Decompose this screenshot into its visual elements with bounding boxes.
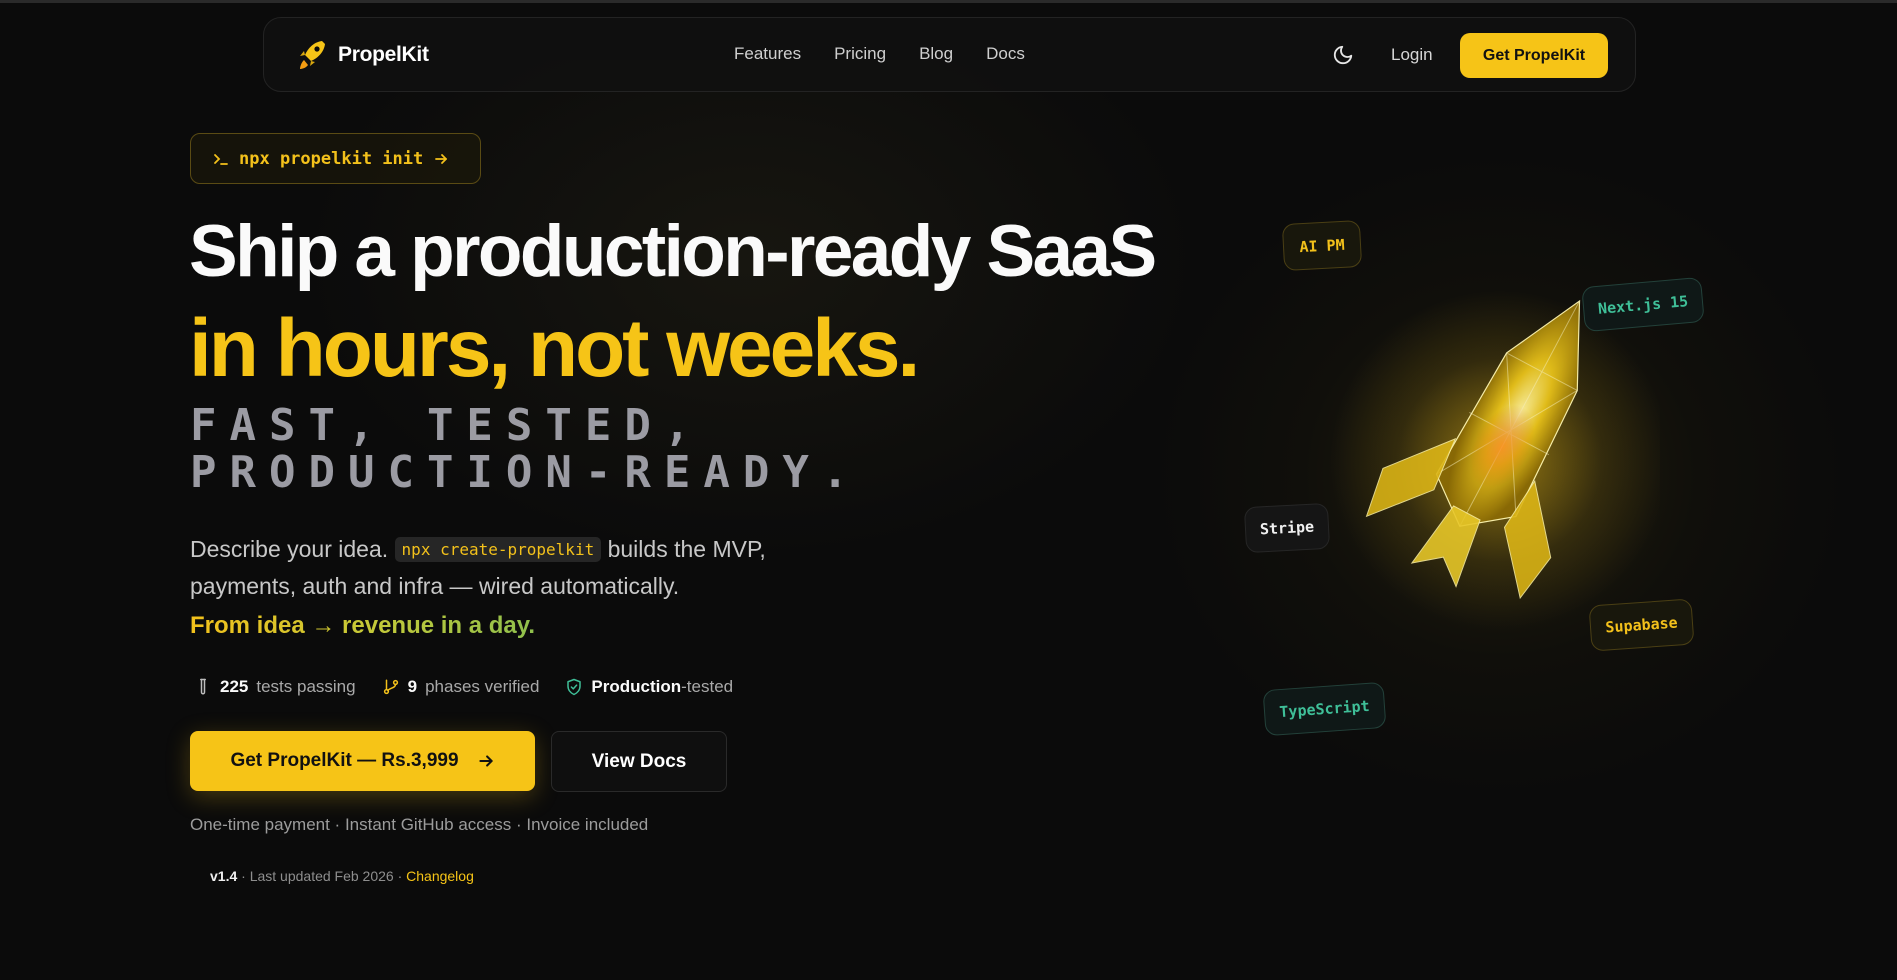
tag-ai-pm: AI PM	[1281, 219, 1363, 272]
npx-command-text: npx propelkit init	[239, 148, 424, 169]
stat-production-label: -tested	[681, 677, 734, 696]
get-propelkit-button[interactable]: Get PropelKit — Rs.3,999	[190, 731, 535, 791]
stat-production: Production-tested	[565, 677, 733, 697]
tagline: From idea → revenue in a day.	[190, 612, 535, 639]
login-link[interactable]: Login	[1391, 45, 1433, 65]
stats-row: 225 tests passing 9 phases verified Prod…	[194, 677, 733, 697]
tag-supabase: Supabase	[1588, 598, 1695, 652]
stat-tests-label: tests passing	[256, 677, 356, 696]
view-docs-button[interactable]: View Docs	[551, 731, 727, 792]
moon-icon[interactable]	[1332, 44, 1354, 66]
version-number: v1.4	[210, 868, 238, 884]
npx-command-pill[interactable]: npx propelkit init	[190, 133, 481, 184]
mono-subtitle: FAST, TESTED, PRODUCTION-READY.	[190, 400, 862, 498]
create-command-code: npx create-propelkit	[394, 537, 602, 562]
stat-tests-value: 225	[220, 677, 249, 696]
nav-link-docs[interactable]: Docs	[986, 44, 1025, 64]
version-info: v1.4 · Last updated Feb 2026 · Changelog	[210, 868, 474, 884]
stat-tests: 225 tests passing	[194, 677, 356, 697]
top-border	[0, 0, 1897, 3]
navbar: PropelKit Features Pricing Blog Docs Log…	[263, 17, 1636, 92]
stat-phases-label: phases verified	[425, 677, 540, 696]
changelog-link[interactable]: Changelog	[406, 868, 474, 884]
tag-typescript: TypeScript	[1262, 681, 1387, 737]
tag-nextjs: Next.js 15	[1581, 276, 1705, 333]
stat-phases: 9 phases verified	[382, 677, 540, 697]
hero-description: Describe your idea. npx create-propelkit…	[190, 532, 870, 604]
arrow-right-icon	[435, 153, 448, 164]
get-propelkit-nav-button[interactable]: Get PropelKit	[1460, 33, 1608, 78]
arrow-right-icon	[478, 755, 493, 767]
nav-link-pricing[interactable]: Pricing	[834, 44, 886, 64]
nav-link-features[interactable]: Features	[734, 44, 801, 64]
get-propelkit-button-label: Get PropelKit — Rs.3,999	[230, 750, 459, 771]
test-tube-icon	[200, 678, 206, 695]
headline-line-2: in hours, not weeks.	[189, 303, 920, 394]
last-updated: · Last updated Feb 2026 ·	[241, 868, 403, 884]
tag-stripe: Stripe	[1243, 502, 1331, 554]
stat-production-value: Production	[591, 677, 682, 696]
rocket-logo-icon	[300, 41, 325, 69]
brand-logo[interactable]: PropelKit	[296, 38, 429, 72]
purchase-fineprint: One-time payment · Instant GitHub access…	[190, 815, 649, 834]
brand-name: PropelKit	[338, 43, 429, 66]
terminal-prompt-icon	[214, 153, 228, 165]
git-branch-icon	[383, 679, 398, 695]
nav-links: Features Pricing Blog Docs	[734, 44, 1025, 64]
nav-link-blog[interactable]: Blog	[919, 44, 953, 64]
headline-line-1: Ship a production-ready SaaS	[189, 211, 1157, 292]
shield-check-icon	[567, 678, 582, 696]
description-text-start: Describe your idea.	[190, 536, 389, 562]
stat-phases-value: 9	[407, 677, 418, 696]
